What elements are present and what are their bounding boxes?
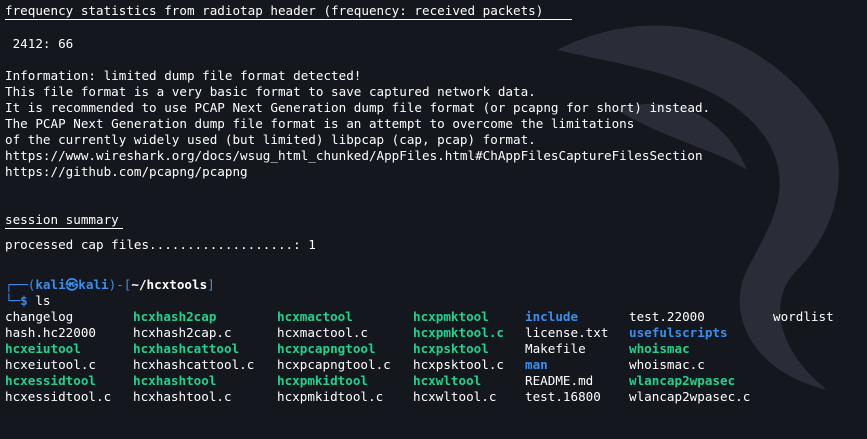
ls-entry: wlancap2wpasec [629, 373, 736, 388]
ls-entry: hcxpmktool [413, 309, 489, 324]
ls-entry: license.txt [525, 325, 609, 340]
ls-entry: hcxhash2cap.c [133, 325, 232, 340]
ls-listing: changelog hcxhash2cap hcxmactool hcxpmktool… [5, 309, 867, 405]
ls-entry: hcxwltool [413, 373, 482, 388]
ls-entry: hcxhash2cap [133, 309, 217, 324]
ls-entry: README.md [525, 373, 594, 388]
ls-entry: hcxpcapngtool.c [277, 357, 391, 372]
prompt-path: ~/hcxtools [131, 277, 208, 292]
ls-entry: hcxpsktool.c [413, 357, 504, 372]
info-line: The PCAP Next Generation dump file forma… [5, 116, 635, 131]
ls-entry: hcxhashcattool [133, 341, 240, 356]
ls-entry: Makefile [525, 341, 586, 356]
ls-entry: hcxessidtool.c [5, 389, 112, 404]
ls-entry: hash.hc22000 [5, 325, 96, 340]
info-line: It is recommended to use PCAP Next Gener… [5, 100, 711, 115]
ls-entry: hcxeiutool [5, 341, 81, 356]
terminal-output: frequency statistics from radiotap heade… [5, 3, 867, 439]
ls-entry: hcxmactool.c [277, 325, 368, 340]
ls-entry: hcxeiutool.c [5, 357, 96, 372]
info-line: This file format is a very basic format … [5, 84, 536, 99]
info-link: https://www.wireshark.org/docs/wsug_html… [5, 148, 703, 163]
ls-entry: test.16800 [525, 389, 601, 404]
ls-entry [773, 373, 867, 389]
ls-entry: hcxpsktool [413, 341, 489, 356]
command-text: ls [27, 293, 51, 308]
ls-entry [773, 357, 867, 373]
ls-entry: hcxessidtool [5, 373, 96, 388]
ls-entry [773, 325, 867, 341]
ls-entry: man [525, 357, 548, 372]
command-line[interactable]: └─$ ls [5, 293, 867, 309]
ls-entry [773, 341, 867, 357]
ls-entry: wlancap2wpasec.c [629, 389, 751, 404]
info-line: Information: limited dump file format de… [5, 68, 362, 83]
ls-entry: hcxpcapngtool [277, 341, 376, 356]
ls-entry: test.22000 [629, 309, 705, 324]
ls-entry: hcxpmkidtool [277, 373, 368, 388]
ls-entry: wordlist [773, 309, 834, 324]
ls-entry: usefulscripts [629, 325, 728, 340]
processed-cap-files: processed cap files...................: … [5, 237, 316, 252]
ls-entry: hcxhashcattool.c [133, 357, 255, 372]
ls-entry: hcxhashtool.c [133, 389, 232, 404]
shell-prompt: ┌──(kali㉿kali)-[~/hcxtools] [5, 277, 215, 292]
ls-entry: whoismac [629, 341, 690, 356]
frequency-value: 2412: 66 [5, 36, 74, 51]
session-summary-title: session summary [5, 212, 119, 227]
frequency-stats-title: frequency statistics from radiotap heade… [5, 3, 544, 18]
prompt-user: kali㉿kali [35, 277, 109, 292]
ls-entry: whoismac.c [629, 357, 705, 372]
ls-entry [773, 389, 867, 405]
ls-entry: hcxmactool [277, 309, 353, 324]
ls-entry: hcxhashtool [133, 373, 217, 388]
ls-entry: hcxpmkidtool.c [277, 389, 384, 404]
info-link: https://github.com/pcapng/pcapng [5, 164, 248, 179]
ls-entry: include [525, 309, 579, 324]
ls-entry: hcxwltool.c [413, 389, 497, 404]
ls-entry: hcxpmktool.c [413, 325, 504, 340]
info-line: of the currently widely used (but limite… [5, 132, 536, 147]
ls-entry: changelog [5, 309, 74, 324]
